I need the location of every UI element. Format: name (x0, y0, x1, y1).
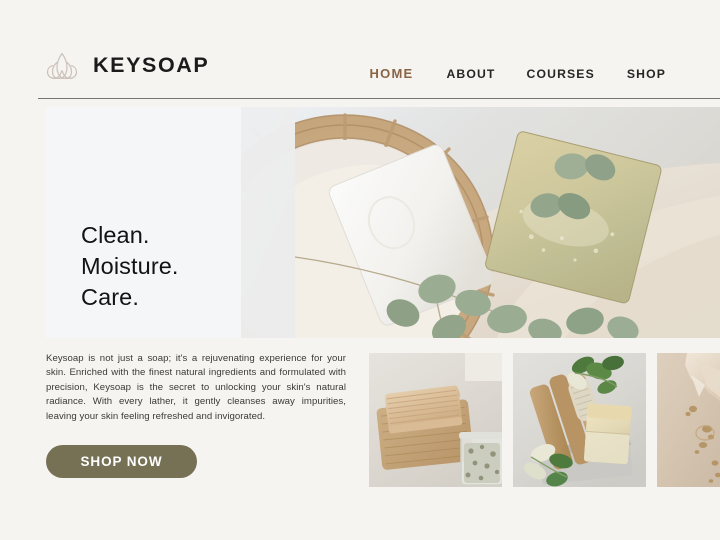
gallery-item-3[interactable] (657, 353, 720, 487)
product-gallery (369, 353, 720, 487)
nav-item-courses[interactable]: COURSES (527, 63, 595, 85)
intro-and-gallery-section: Keysoap is not just a soap; it's a rejuv… (0, 338, 720, 540)
brand-logo[interactable]: KEYSOAP (42, 46, 209, 86)
nav-item-home[interactable]: HOME (369, 62, 413, 85)
hero-headline-line-1: Clean. (81, 222, 150, 248)
intro-block: Keysoap is not just a soap; it's a rejuv… (46, 352, 346, 424)
intro-paragraph: Keysoap is not just a soap; it's a rejuv… (46, 353, 346, 422)
main-navigation: HOME ABOUT COURSES SHOP (369, 62, 698, 85)
nav-item-shop[interactable]: SHOP (627, 63, 666, 85)
shop-now-button[interactable]: SHOP NOW (46, 445, 197, 478)
gallery-item-2[interactable] (513, 353, 646, 487)
site-header: KEYSOAP HOME ABOUT COURSES SHOP (0, 0, 720, 99)
hero-headline: Clean. Moisture. Care. (81, 220, 179, 313)
brand-name: KEYSOAP (93, 53, 210, 78)
gallery-image-3 (657, 353, 720, 487)
lotus-flower-icon (42, 46, 82, 86)
webpage-root: KEYSOAP HOME ABOUT COURSES SHOP Clean. M… (0, 0, 720, 540)
gallery-item-1[interactable] (369, 353, 502, 487)
header-divider (38, 98, 720, 99)
hero-headline-line-2: Moisture. (81, 253, 179, 279)
hero-banner: Clean. Moisture. Care. (45, 107, 720, 338)
nav-item-about[interactable]: ABOUT (446, 63, 495, 85)
gallery-image-1 (369, 353, 502, 487)
hero-headline-line-3: Care. (81, 284, 139, 310)
gallery-image-2 (513, 353, 646, 487)
